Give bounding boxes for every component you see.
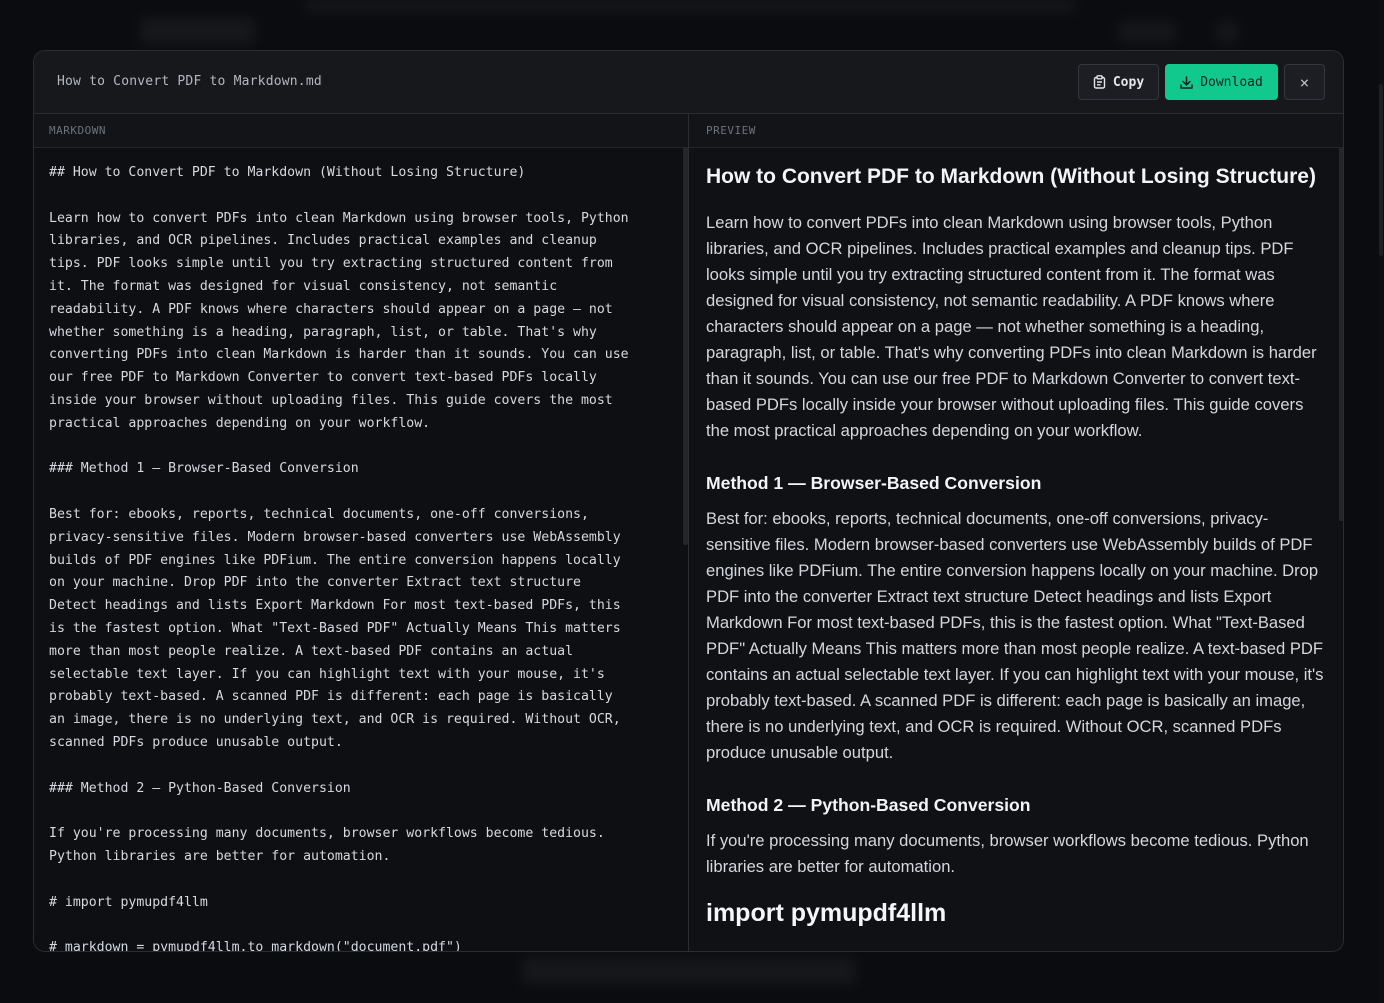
backdrop-button-2 bbox=[1216, 22, 1238, 42]
preview-method1-heading: Method 1 — Browser-Based Conversion bbox=[706, 473, 1042, 493]
preview-title: How to Convert PDF to Markdown (Without … bbox=[706, 165, 1316, 188]
preview-method2-heading: Method 2 — Python-Based Conversion bbox=[706, 795, 1031, 815]
download-icon bbox=[1180, 75, 1193, 89]
file-name: How to Convert PDF to Markdown.md bbox=[57, 74, 322, 89]
modal-header: How to Convert PDF to Markdown.md Copy D… bbox=[34, 51, 1343, 114]
backdrop-heading bbox=[522, 958, 856, 984]
preview-pane-header bbox=[689, 114, 1343, 148]
backdrop-button bbox=[1118, 22, 1176, 42]
page-scrollbar-thumb[interactable] bbox=[1379, 84, 1383, 256]
download-button[interactable]: Download bbox=[1165, 64, 1278, 100]
clipboard-icon bbox=[1093, 75, 1106, 89]
markdown-scrollbar[interactable] bbox=[683, 147, 688, 545]
close-icon: × bbox=[1299, 72, 1310, 92]
copy-button[interactable]: Copy bbox=[1078, 64, 1159, 100]
download-button-label: Download bbox=[1200, 74, 1263, 90]
preview-content: How to Convert PDF to Markdown (Without … bbox=[706, 162, 1326, 928]
backdrop-nav bbox=[305, 0, 1075, 12]
copy-button-label: Copy bbox=[1112, 74, 1145, 90]
markdown-pane-header bbox=[34, 114, 688, 148]
close-button[interactable]: × bbox=[1284, 64, 1325, 100]
markdown-pane: MARKDOWN ## How to Convert PDF to Markdo… bbox=[34, 114, 689, 951]
preview-scrollbar[interactable] bbox=[1339, 147, 1343, 521]
page-scrollbar[interactable] bbox=[1378, 0, 1384, 1003]
markdown-editor[interactable]: ## How to Convert PDF to Markdown (Witho… bbox=[49, 162, 674, 951]
preview-import-heading: import pymupdf4llm bbox=[706, 899, 947, 927]
backdrop-logo bbox=[140, 18, 255, 44]
markdown-modal: How to Convert PDF to Markdown.md Copy D… bbox=[33, 50, 1344, 952]
markdown-pane-label: MARKDOWN bbox=[49, 124, 106, 137]
preview-pane: PREVIEW How to Convert PDF to Markdown (… bbox=[689, 114, 1343, 951]
preview-intro: Learn how to convert PDFs into clean Mar… bbox=[706, 213, 1317, 440]
preview-pane-label: PREVIEW bbox=[706, 124, 756, 137]
preview-method2-body: If you're processing many documents, bro… bbox=[706, 831, 1309, 876]
preview-method1-body: Best for: ebooks, reports, technical doc… bbox=[706, 509, 1324, 762]
